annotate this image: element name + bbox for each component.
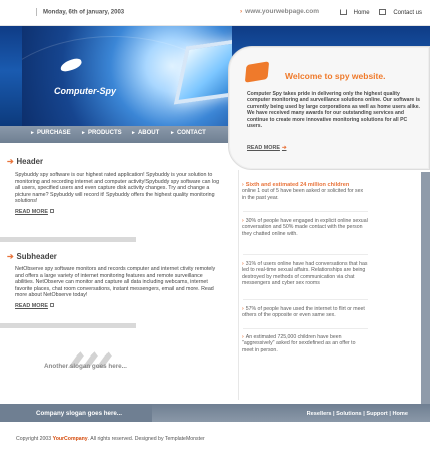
arrow-icon: ► (30, 130, 35, 136)
section-title-text: Header (16, 157, 43, 166)
section-read-more-link[interactable]: READ MORE (15, 209, 54, 215)
top-bar: Monday, 6th of january, 2003 › www.yourwe… (0, 0, 430, 26)
copyright-mid: . All rights reserved. Designed by (87, 436, 165, 442)
copyright: Copyright 2003 YourCompany. All rights r… (16, 436, 205, 442)
contact-link[interactable]: Contact us (375, 9, 422, 16)
stat-text: 31% of users online have had conversatio… (242, 261, 368, 287)
stat-text: online 1 out of 5 have been asked or sol… (242, 188, 364, 201)
monitor-icon (173, 37, 232, 105)
footer-band: Company slogan goes here... Resellers | … (0, 404, 430, 422)
nav-purchase-label: PURCHASE (36, 130, 71, 136)
arrow-icon: ► (170, 130, 175, 136)
arrow-icon: ► (81, 130, 86, 136)
section-title-text: Subheader (16, 252, 57, 261)
footer-links[interactable]: Resellers | Solutions | Support | Home (307, 411, 408, 417)
slogan-text: Another slogan goes here... (44, 363, 127, 370)
page: Monday, 6th of january, 2003 › www.yourwe… (0, 0, 430, 453)
nav-products-label: PRODUCTS (87, 130, 122, 136)
right-sidebar-bar (421, 172, 430, 404)
arrow-icon: › (242, 218, 244, 224)
arrow-icon: › (242, 306, 244, 312)
home-link[interactable]: Home (336, 9, 370, 16)
arrow-icon: ➔ (281, 145, 287, 151)
website-url[interactable]: › www.yourwebpage.com (240, 8, 319, 15)
top-links: Home Contact us (332, 9, 422, 16)
divider (36, 8, 37, 16)
footer-slogan: Company slogan goes here... (36, 410, 122, 417)
flag-icon (244, 61, 270, 83)
section-title: ➔ Subheader (7, 252, 57, 261)
list-item: › 30% of people have engaged in explicit … (242, 218, 368, 237)
date-display: Monday, 6th of january, 2003 (36, 8, 124, 16)
vertical-divider (238, 170, 239, 400)
section-divider (0, 237, 136, 242)
list-item: › An estimated 725,000 children have been… (242, 334, 368, 353)
read-more-label: READ MORE (247, 145, 280, 151)
stat-text: 57% of people have used the internet to … (242, 306, 365, 319)
stat-text: An estimated 725,000 children have been … (242, 334, 356, 353)
website-text: www.yourwebpage.com (245, 8, 319, 15)
nav-contact-label: CONTACT (176, 130, 206, 136)
welcome-read-more-link[interactable]: READ MORE ➔ (247, 145, 286, 151)
welcome-title: Welcome to spy website. (285, 71, 386, 81)
section-body: Spybuddy spy software is our highest rat… (15, 172, 220, 204)
divider (243, 254, 368, 255)
nav-products[interactable]: ► PRODUCTS (81, 130, 122, 136)
arrow-icon: ➔ (7, 252, 14, 261)
read-more-label: READ MORE (15, 303, 48, 309)
section-divider (0, 323, 136, 328)
list-item: › Sixth and estimated 24 million children… (242, 182, 368, 201)
arrow-icon: ➔ (7, 157, 14, 166)
list-item: › 57% of people have used the internet to… (242, 306, 368, 319)
logo-icon (58, 56, 84, 74)
arrow-icon: ► (131, 130, 136, 136)
copyright-prefix: Copyright 2003 (16, 436, 53, 442)
divider (243, 211, 368, 212)
read-more-label: READ MORE (15, 209, 48, 215)
date-text: Monday, 6th of january, 2003 (43, 9, 125, 16)
arrow-icon: › (242, 334, 244, 340)
logo-text: Computer-Spy (54, 86, 117, 96)
banner-image: Computer-Spy (22, 26, 232, 126)
arrow-icon: › (240, 8, 243, 15)
expand-icon (49, 209, 54, 213)
nav-about-label: ABOUT (137, 130, 160, 136)
stat-text: 30% of people have engaged in explicit o… (242, 218, 368, 237)
list-item: › 31% of users online have had conversati… (242, 261, 368, 287)
nav-about[interactable]: ► ABOUT (131, 130, 159, 136)
left-content: ➔ Header Spybuddy spy software is our hig… (0, 143, 228, 406)
section-read-more-link[interactable]: READ MORE (15, 303, 54, 309)
designer-link[interactable]: TemplateMonster (165, 436, 205, 442)
company-link[interactable]: YourCompany (53, 436, 88, 442)
stats-list: › Sixth and estimated 24 million children… (228, 170, 430, 406)
nav-purchase[interactable]: ► PURCHASE (30, 130, 71, 136)
nav-contact[interactable]: ► CONTACT (170, 130, 206, 136)
expand-icon (49, 303, 54, 307)
home-icon (339, 9, 347, 15)
arrow-icon: › (242, 261, 244, 267)
stat-highlight: Sixth and estimated 24 million children (245, 182, 350, 188)
welcome-text: Computer Spy takes pride in delivering o… (247, 91, 420, 130)
section-body: NetObserve spy software monitors and rec… (15, 266, 216, 298)
divider (243, 328, 368, 329)
divider (243, 299, 368, 300)
contact-label: Contact us (393, 10, 422, 16)
welcome-panel: Welcome to spy website. Computer Spy tak… (228, 46, 430, 170)
arrow-icon: › (242, 182, 244, 188)
main-nav: ► PURCHASE ► PRODUCTS ► ABOUT ► CONTACT (0, 126, 228, 143)
mail-icon (379, 9, 387, 15)
section-title: ➔ Header (7, 157, 43, 166)
home-label: Home (353, 10, 370, 16)
